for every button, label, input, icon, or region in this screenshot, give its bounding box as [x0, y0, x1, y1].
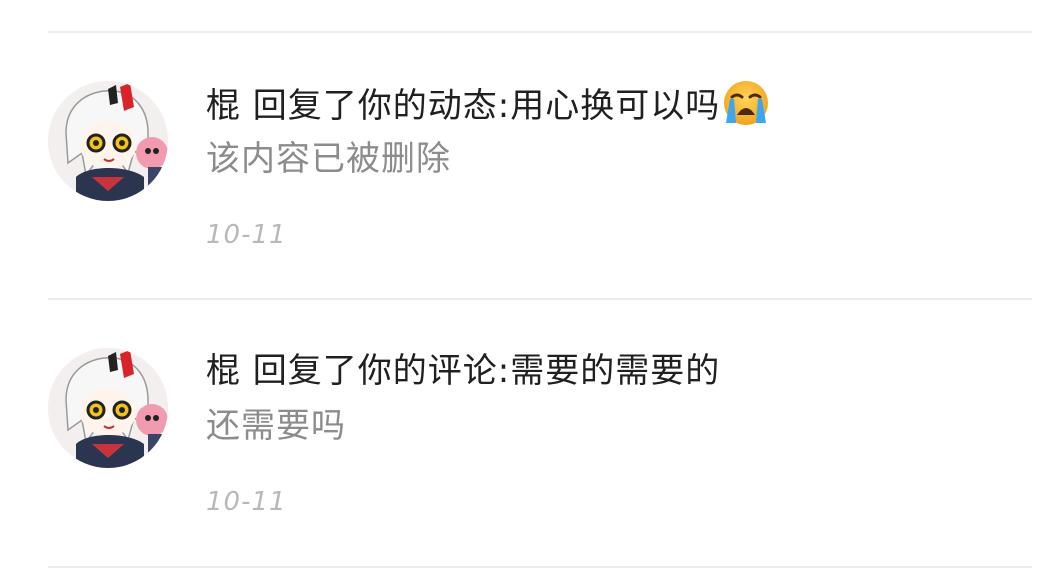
- loudly-crying-face-icon: [722, 79, 770, 127]
- notification-item[interactable]: 棍 回复了你的动态:用心换可以吗 该内容已被删除 10-11: [0, 31, 1053, 297]
- reply-title: 棍 回复了你的动态:用心换可以吗: [206, 79, 770, 131]
- timestamp: 10-11: [206, 487, 287, 517]
- reply-title: 棍 回复了你的评论:需要的需要的: [206, 351, 721, 391]
- avatar-image: [48, 348, 168, 468]
- timestamp: 10-11: [206, 220, 287, 250]
- avatar[interactable]: [48, 81, 168, 201]
- divider-bottom: [48, 566, 1032, 568]
- quoted-content: 还需要吗: [206, 406, 346, 446]
- notification-item[interactable]: 棍 回复了你的评论:需要的需要的 还需要吗 10-11: [0, 298, 1053, 564]
- reply-text: 棍 回复了你的动态:用心换可以吗: [206, 86, 721, 126]
- avatar-image: [48, 81, 168, 201]
- quoted-content: 该内容已被删除: [206, 139, 451, 179]
- avatar[interactable]: [48, 348, 168, 468]
